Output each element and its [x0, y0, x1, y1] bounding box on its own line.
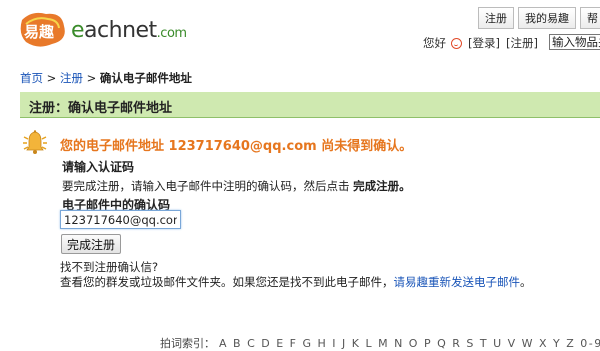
unconfirmed-headline: 您的电子邮件地址 123717640@qq.com 尚未得到确认。	[60, 139, 413, 154]
breadcrumb-current: 确认电子邮件地址	[99, 71, 192, 85]
page-title: 注册：确认电子邮件地址	[29, 101, 173, 116]
keyword-index-letters[interactable]: A B C D E F G H I J K L M N O P Q R S T …	[219, 337, 600, 350]
logo-badge-icon: 易趣	[20, 12, 65, 47]
resend-email-link[interactable]: 请易趣重新发送电子邮件	[394, 275, 521, 289]
user-status: 您好 [登录] [注册]	[423, 35, 544, 51]
bell-icon	[23, 130, 47, 154]
section-subtitle: 请输入认证码	[62, 160, 135, 174]
breadcrumb-sep: >	[82, 71, 100, 85]
complete-registration-button[interactable]: 完成注册	[61, 234, 122, 254]
eachnet-logo[interactable]: 易趣 eachnet.com	[18, 6, 188, 50]
keyword-index: 拍词索引： A B C D E F G H I J K L M N O P Q R…	[160, 335, 600, 351]
help-button[interactable]: 帮	[580, 7, 600, 29]
top-nav: 注册 我的易趣 帮	[478, 7, 600, 29]
breadcrumb-sep: >	[43, 71, 60, 85]
keyword-index-label: 拍词索引：	[160, 337, 215, 350]
breadcrumb-home-link[interactable]: 首页	[20, 71, 43, 85]
login-link[interactable]: [登录]	[468, 35, 500, 51]
my-ebay-button[interactable]: 我的易趣	[518, 7, 576, 29]
greeting-text: 您好	[423, 36, 446, 50]
logo-badge-text: 易趣	[24, 23, 55, 41]
help-text: 查看您的群发或垃圾邮件文件夹。如果您还是找不到此电子邮件，请易趣重新发送电子邮件…	[60, 275, 532, 289]
confirm-code-input[interactable]	[60, 210, 181, 229]
search-input[interactable]	[549, 34, 600, 50]
register-link[interactable]: [注册]	[506, 35, 538, 51]
smiley-icon	[451, 37, 462, 49]
not-found-question: 找不到注册确认信?	[60, 260, 159, 274]
page-title-bar: 注册：确认电子邮件地址	[20, 92, 600, 118]
top-register-button[interactable]: 注册	[478, 7, 514, 29]
instructions-text: 要完成注册，请输入电子邮件中注明的确认码，然后点击 完成注册。	[62, 179, 411, 193]
logo-wordmark: eachnet.com	[71, 18, 187, 43]
breadcrumb-register-link[interactable]: 注册	[60, 71, 83, 85]
breadcrumb: 首页 > 注册 > 确认电子邮件地址	[20, 70, 192, 86]
